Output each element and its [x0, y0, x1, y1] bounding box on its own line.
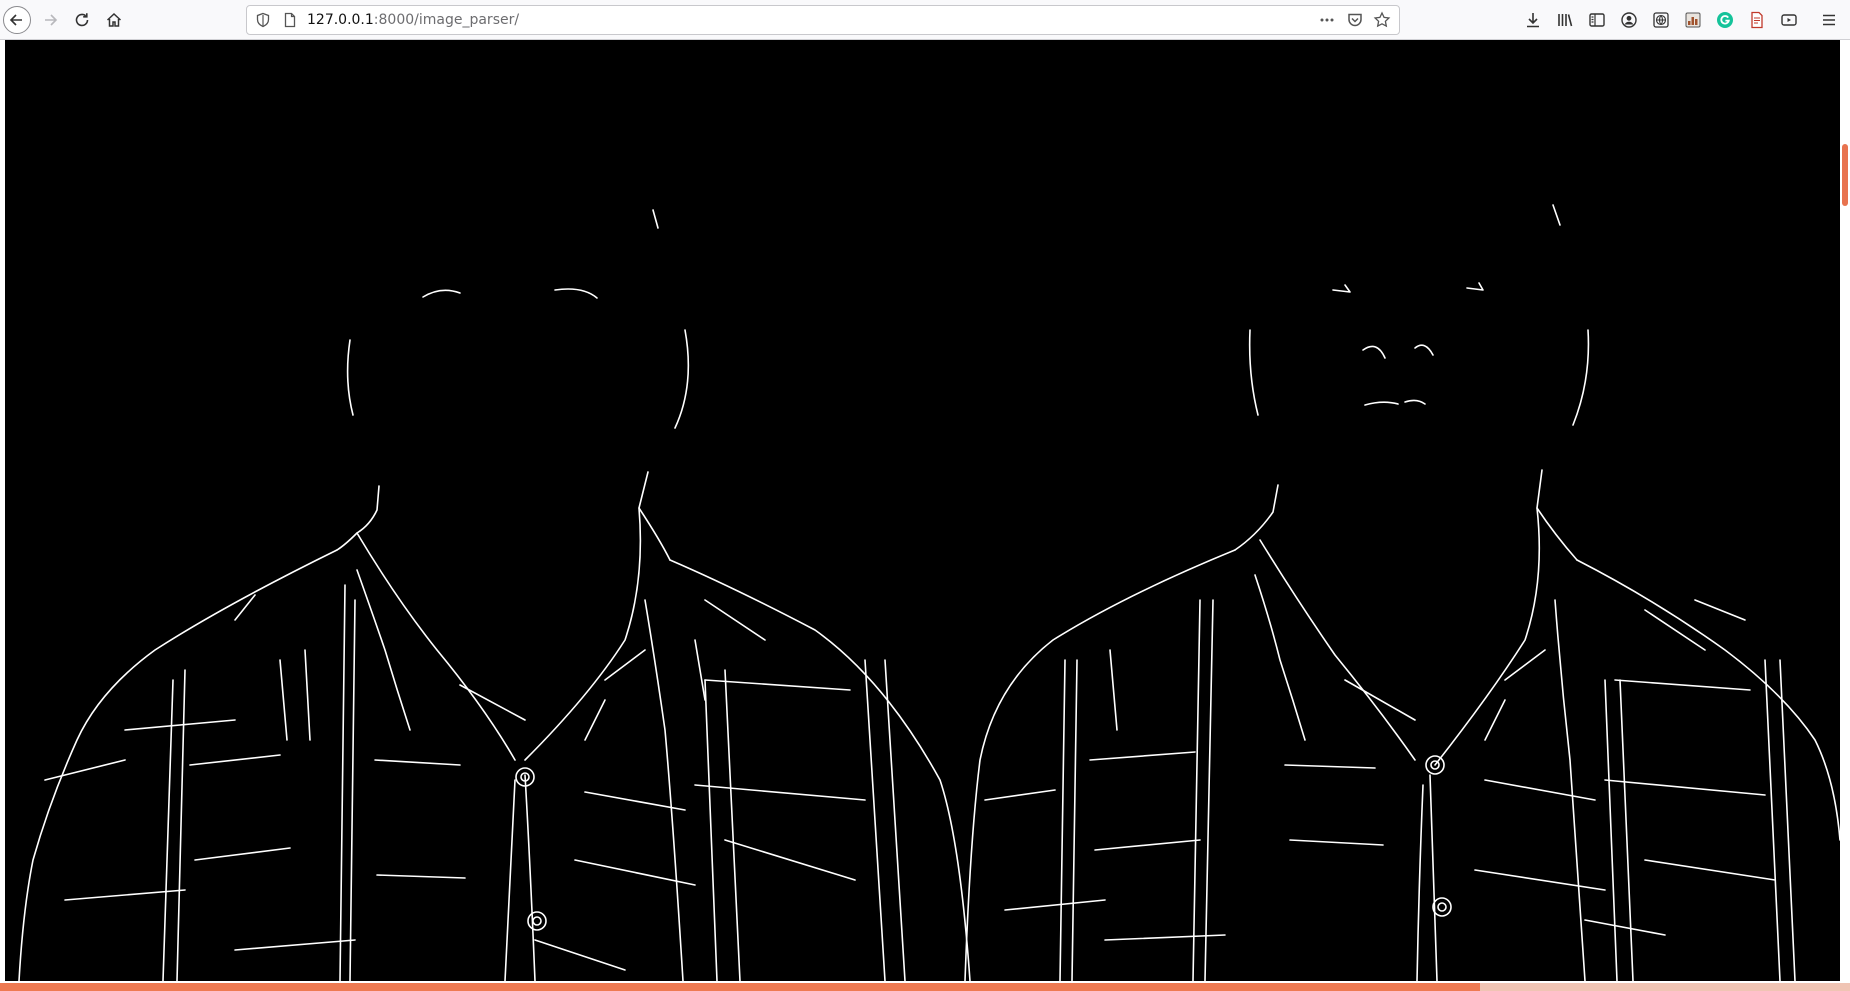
account-button[interactable] [1619, 10, 1639, 30]
pocket-icon[interactable] [1346, 11, 1364, 29]
library-button[interactable] [1555, 10, 1575, 30]
home-icon [106, 12, 122, 27]
page-viewport [0, 40, 1850, 991]
extension-globe[interactable] [1651, 10, 1671, 30]
url-path: :8000/image_parser/ [373, 12, 520, 28]
grammarly-icon [1717, 12, 1733, 28]
sidebar-button[interactable] [1587, 10, 1607, 30]
vertical-scrollbar[interactable] [1840, 40, 1850, 991]
app-menu-button[interactable] [1819, 10, 1839, 30]
pdf-icon [1751, 11, 1763, 29]
edge-drawing [18, 204, 1840, 981]
extension-chart[interactable] [1683, 10, 1703, 30]
library-icon [1558, 14, 1573, 27]
downloads-button[interactable] [1523, 10, 1543, 30]
scrollbar-thumb[interactable] [1842, 144, 1848, 206]
more-icon[interactable] [1318, 11, 1336, 29]
url-text[interactable]: 127.0.0.1:8000/image_parser/ [307, 12, 519, 29]
shield-icon[interactable] [255, 12, 271, 28]
media-icon [1781, 14, 1797, 26]
sidebar-icon [1589, 13, 1605, 27]
account-icon [1621, 12, 1637, 28]
extension-pdf[interactable] [1747, 10, 1767, 30]
edge-image [5, 40, 1840, 981]
extension-grammarly[interactable] [1715, 10, 1735, 30]
address-bar[interactable]: 127.0.0.1:8000/image_parser/ [246, 5, 1400, 35]
reload-button[interactable] [68, 6, 96, 34]
reload-icon [75, 13, 89, 27]
page-icon[interactable] [282, 12, 298, 28]
browser-toolbar: 127.0.0.1:8000/image_parser/ [0, 0, 1850, 40]
back-button[interactable] [3, 6, 31, 34]
star-icon[interactable] [1373, 11, 1391, 29]
hamburger-menu-icon [1823, 14, 1835, 26]
extension-media[interactable] [1779, 10, 1799, 30]
globe-icon [1653, 12, 1669, 28]
page-load-progress [0, 983, 1850, 991]
page-load-progress-fill [0, 983, 1480, 991]
home-button[interactable] [100, 6, 128, 34]
url-host: 127.0.0.1 [307, 12, 374, 28]
download-icon [1527, 13, 1539, 28]
forward-arrow-icon [45, 14, 58, 26]
back-arrow-icon [9, 14, 22, 26]
chart-icon [1685, 12, 1701, 28]
forward-button[interactable] [36, 6, 64, 34]
